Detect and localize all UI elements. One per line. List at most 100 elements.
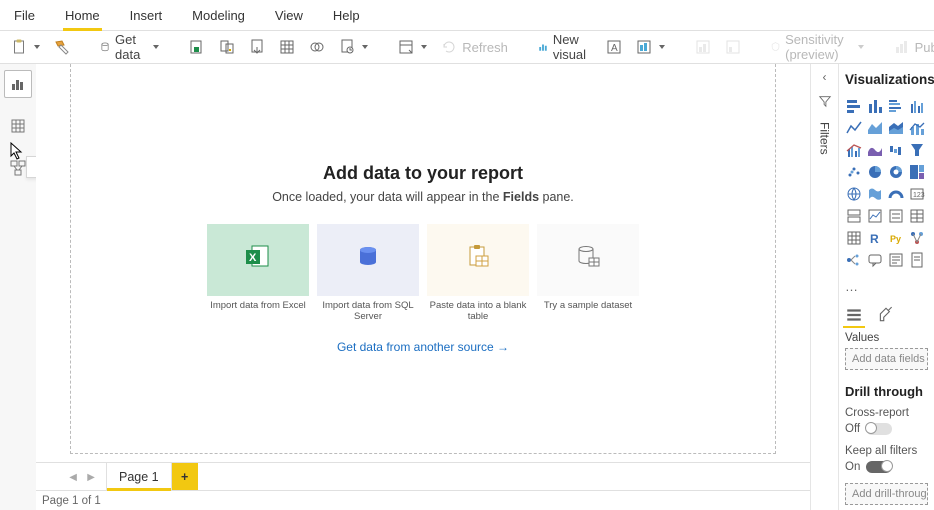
vis-table-icon[interactable] (908, 207, 926, 225)
keep-filters-toggle[interactable] (866, 461, 892, 473)
transform-data-button[interactable] (393, 36, 432, 58)
dataverse-button[interactable] (304, 36, 330, 58)
status-text: Page 1 of 1 (42, 495, 101, 507)
vis-pie-icon[interactable] (866, 163, 884, 181)
vis-clustered-bar-icon[interactable] (887, 97, 905, 115)
vis-line-stacked-column-icon[interactable] (908, 119, 926, 137)
drill-through-well[interactable]: Add drill-through fiel (845, 483, 928, 505)
card-paste-blank-table[interactable] (427, 224, 529, 296)
vis-waterfall-icon[interactable] (887, 141, 905, 159)
sql-server-button[interactable] (244, 36, 270, 58)
vis-stacked-bar-icon[interactable] (845, 97, 863, 115)
vis-area-icon[interactable] (866, 119, 884, 137)
vis-matrix-icon[interactable] (845, 229, 863, 247)
sample-db-icon (574, 244, 602, 270)
excel-source-button[interactable] (184, 36, 210, 58)
card-import-sql[interactable] (317, 224, 419, 296)
vis-clustered-column-icon[interactable] (908, 97, 926, 115)
recent-sources-button[interactable] (334, 36, 373, 58)
vis-r-icon[interactable]: R (866, 229, 884, 247)
vis-treemap-icon[interactable] (908, 163, 926, 181)
menu-help[interactable]: Help (327, 4, 366, 27)
vis-gauge-icon[interactable] (887, 185, 905, 203)
get-data-label: Get data (115, 32, 146, 62)
more-visuals-button[interactable] (631, 36, 670, 58)
pbi-datasets-button[interactable] (214, 36, 240, 58)
nav-report-view[interactable] (4, 70, 32, 98)
transform-icon (398, 39, 414, 55)
expand-filters-button[interactable]: ‹ (823, 70, 827, 84)
page-prev-button[interactable]: ◄ (64, 470, 82, 484)
report-canvas[interactable]: Add data to your report Once loaded, you… (36, 64, 810, 462)
publish-label: Publ (915, 40, 934, 55)
fields-tab-icon[interactable] (845, 306, 863, 324)
menu-home[interactable]: Home (59, 4, 106, 27)
get-data-button[interactable]: Get data (95, 29, 164, 65)
more-visuals-icon (636, 39, 652, 55)
vis-smart-narrative-icon[interactable] (887, 251, 905, 269)
quick-measure-button[interactable] (720, 36, 746, 58)
vis-decomposition-tree-icon[interactable] (845, 251, 863, 269)
refresh-icon (441, 39, 457, 55)
menu-file[interactable]: File (8, 4, 41, 27)
vis-slicer-icon[interactable] (887, 207, 905, 225)
nav-data-view[interactable] (4, 112, 32, 140)
pbi-dataset-icon (219, 39, 235, 55)
vis-filled-map-icon[interactable] (866, 185, 884, 203)
format-painter-icon (54, 39, 70, 55)
card-import-excel[interactable]: X (207, 224, 309, 296)
format-painter-button[interactable] (49, 36, 75, 58)
card-label-sample: Try a sample dataset (537, 300, 639, 322)
format-tab-icon[interactable] (877, 306, 895, 324)
cross-report-label: Cross-report (845, 407, 928, 419)
refresh-button[interactable]: Refresh (436, 36, 513, 58)
paste-button[interactable] (6, 36, 45, 58)
vis-stacked-area-icon[interactable] (887, 119, 905, 137)
card-label-paste: Paste data into a blank table (427, 300, 529, 322)
vis-map-icon[interactable] (845, 185, 863, 203)
vis-py-icon[interactable]: Py (887, 229, 905, 247)
menu-insert[interactable]: Insert (124, 4, 169, 27)
link-another-source[interactable]: Get data from another source → (337, 340, 509, 354)
new-visual-button[interactable]: New visual (533, 29, 597, 65)
enter-data-button[interactable] (274, 36, 300, 58)
vis-paginated-report-icon[interactable] (908, 251, 926, 269)
vis-donut-icon[interactable] (887, 163, 905, 181)
vis-key-influencers-icon[interactable] (908, 229, 926, 247)
refresh-label: Refresh (462, 40, 508, 55)
filter-icon (818, 94, 832, 108)
vis-multi-row-card-icon[interactable] (845, 207, 863, 225)
left-nav: Report (0, 64, 36, 510)
new-measure-button[interactable] (690, 36, 716, 58)
add-page-button[interactable]: + (172, 463, 198, 491)
vis-scatter-icon[interactable] (845, 163, 863, 181)
vis-more-button[interactable]: … (845, 279, 928, 294)
text-box-button[interactable]: A (601, 36, 627, 58)
publish-button[interactable]: Publ (889, 36, 934, 58)
vis-stacked-column-icon[interactable] (866, 97, 884, 115)
vis-funnel-icon[interactable] (908, 141, 926, 159)
publish-icon (894, 39, 910, 55)
vis-qa-icon[interactable] (866, 251, 884, 269)
off-label: Off (845, 423, 860, 435)
new-visual-label: New visual (553, 32, 592, 62)
menu-modeling[interactable]: Modeling (186, 4, 251, 27)
sql-icon (249, 39, 265, 55)
page-next-button[interactable]: ► (82, 470, 100, 484)
vis-ribbon-icon[interactable] (866, 141, 884, 159)
sensitivity-button[interactable]: Sensitivity (preview) (766, 29, 869, 65)
new-visual-icon (538, 39, 548, 55)
vis-line-clustered-column-icon[interactable] (845, 141, 863, 159)
values-well[interactable]: Add data fields here (845, 348, 928, 370)
excel-file-icon: X (244, 244, 272, 270)
vis-kpi-icon[interactable] (866, 207, 884, 225)
page-tab-1[interactable]: Page 1 (106, 463, 172, 491)
cross-report-toggle[interactable] (866, 423, 892, 435)
vis-line-icon[interactable] (845, 119, 863, 137)
on-label: On (845, 461, 860, 473)
svg-text:123: 123 (913, 192, 925, 199)
canvas-title: Add data to your report (323, 163, 523, 184)
menu-view[interactable]: View (269, 4, 309, 27)
vis-card-icon[interactable]: 123 (908, 185, 926, 203)
card-sample-dataset[interactable] (537, 224, 639, 296)
